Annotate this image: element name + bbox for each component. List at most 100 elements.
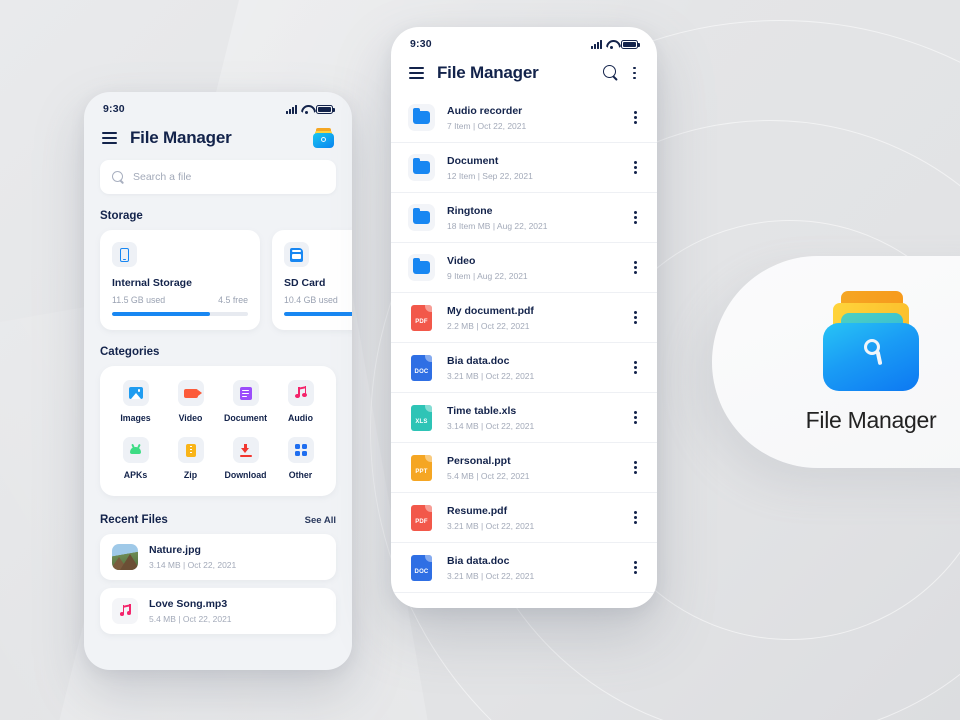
- category-images[interactable]: Images: [108, 380, 163, 423]
- categories-section-title: Categories: [100, 346, 160, 358]
- file-meta: 3.21 MB | Oct 22, 2021: [447, 570, 535, 581]
- file-list: Audio recorder 7 Item | Oct 22, 2021 Doc…: [391, 91, 657, 593]
- signal-bars-icon: [286, 104, 297, 114]
- folder-icon: [408, 154, 435, 181]
- file-name: Time table.xls: [447, 404, 517, 417]
- page-title: File Manager: [130, 128, 232, 147]
- file-name: Resume.pdf: [447, 504, 508, 517]
- categories-card: Images Video Document Audio APKs Zip Dow…: [100, 366, 336, 496]
- more-vertical-icon[interactable]: [631, 508, 640, 528]
- status-icons: [591, 39, 640, 49]
- storage-free: 4.5 free: [218, 295, 248, 305]
- document-icon: [232, 380, 259, 406]
- file-name: Document: [447, 154, 499, 167]
- file-meta: 7 Item | Oct 22, 2021: [447, 120, 527, 131]
- see-all-link[interactable]: See All: [305, 515, 336, 526]
- more-vertical-icon[interactable]: [631, 358, 640, 378]
- more-vertical-icon[interactable]: [631, 258, 640, 278]
- storage-progress-bar: [112, 312, 248, 316]
- category-label: Other: [288, 470, 313, 480]
- file-meta: 3.21 MB | Oct 22, 2021: [447, 370, 535, 381]
- file-list-item[interactable]: PPT Personal.ppt 5.4 MB | Oct 22, 2021: [391, 443, 657, 493]
- file-name: Love Song.mp3: [149, 598, 228, 610]
- file-list-item[interactable]: PDF Resume.pdf 3.21 MB | Oct 22, 2021: [391, 493, 657, 543]
- category-document[interactable]: Document: [218, 380, 273, 423]
- ppt-file-icon: PPT: [408, 454, 435, 481]
- folder-icon: [408, 204, 435, 231]
- file-meta: 9 Item | Aug 22, 2021: [447, 270, 528, 281]
- pdf-file-icon: PDF: [408, 504, 435, 531]
- category-video[interactable]: Video: [163, 380, 218, 423]
- battery-icon: [621, 39, 640, 49]
- brand-name: File Manager: [805, 406, 937, 433]
- file-list-item[interactable]: Video 9 Item | Aug 22, 2021: [391, 243, 657, 293]
- file-text: Bia data.doc 3.21 MB | Oct 22, 2021: [447, 355, 619, 381]
- category-apks[interactable]: APKs: [108, 437, 163, 480]
- file-meta: 18 Item MB | Aug 22, 2021: [447, 220, 548, 231]
- more-vertical-icon[interactable]: [631, 458, 640, 478]
- category-zip[interactable]: Zip: [163, 437, 218, 480]
- more-vertical-icon[interactable]: [631, 208, 640, 228]
- storage-meta: 10.4 GB used: [284, 295, 352, 305]
- file-name: Video: [447, 254, 476, 267]
- hamburger-menu-icon[interactable]: [102, 132, 117, 144]
- storage-section-title: Storage: [100, 210, 143, 222]
- recent-file-item[interactable]: Love Song.mp3 5.4 MB | Oct 22, 2021: [100, 588, 336, 634]
- category-label: Audio: [288, 413, 313, 423]
- more-vertical-icon[interactable]: [631, 408, 640, 428]
- file-list-item[interactable]: Audio recorder 7 Item | Oct 22, 2021: [391, 93, 657, 143]
- more-vertical-icon[interactable]: [631, 558, 640, 578]
- category-audio[interactable]: Audio: [273, 380, 328, 423]
- file-ext-label: XLS: [415, 418, 428, 425]
- file-ext-label: PDF: [415, 318, 428, 325]
- file-name: Nature.jpg: [149, 544, 201, 556]
- storage-used: 10.4 GB used: [284, 295, 338, 305]
- storage-cards: Internal Storage 11.5 GB used 4.5 free S…: [84, 230, 352, 330]
- file-name: Bia data.doc: [447, 354, 510, 367]
- file-list-item[interactable]: Document 12 Item | Sep 22, 2021: [391, 143, 657, 193]
- storage-used: 11.5 GB used: [112, 295, 166, 305]
- file-text: Video 9 Item | Aug 22, 2021: [447, 255, 619, 281]
- search-icon[interactable]: [603, 65, 618, 80]
- file-name: Bia data.doc: [447, 554, 510, 567]
- search-input[interactable]: Search a file: [100, 160, 336, 194]
- file-list-item[interactable]: Ringtone 18 Item MB | Aug 22, 2021: [391, 193, 657, 243]
- storage-card-sdcard[interactable]: SD Card 10.4 GB used: [272, 230, 352, 330]
- hamburger-menu-icon[interactable]: [409, 67, 424, 79]
- search-icon: [112, 171, 124, 183]
- file-ext-label: DOC: [414, 368, 429, 375]
- file-list-item[interactable]: DOC Bia data.doc 3.21 MB | Oct 22, 2021: [391, 343, 657, 393]
- file-list-item[interactable]: PDF My document.pdf 2.2 MB | Oct 22, 202…: [391, 293, 657, 343]
- category-download[interactable]: Download: [218, 437, 273, 480]
- file-meta: 3.21 MB | Oct 22, 2021: [447, 520, 535, 531]
- more-vertical-icon[interactable]: [631, 158, 640, 178]
- search-placeholder: Search a file: [133, 171, 192, 183]
- more-vertical-icon[interactable]: [631, 308, 640, 328]
- file-text: Bia data.doc 3.21 MB | Oct 22, 2021: [447, 555, 619, 581]
- category-label: Images: [120, 413, 151, 423]
- folder-icon: [408, 104, 435, 131]
- status-icons: [286, 104, 335, 114]
- storage-card-internal[interactable]: Internal Storage 11.5 GB used 4.5 free: [100, 230, 260, 330]
- recent-file-item[interactable]: Nature.jpg 3.14 MB | Oct 22, 2021: [100, 534, 336, 580]
- more-vertical-icon[interactable]: [631, 108, 640, 128]
- category-label: Document: [223, 413, 267, 423]
- download-icon: [232, 437, 259, 463]
- file-text: Document 12 Item | Sep 22, 2021: [447, 155, 619, 181]
- category-label: Video: [178, 413, 203, 423]
- category-label: Zip: [183, 470, 198, 480]
- more-vertical-icon[interactable]: [630, 65, 639, 82]
- file-name: Ringtone: [447, 204, 493, 217]
- zip-icon: [177, 437, 204, 463]
- file-list-item[interactable]: XLS Time table.xls 3.14 MB | Oct 22, 202…: [391, 393, 657, 443]
- status-bar: 9:30: [391, 27, 657, 53]
- file-ext-label: PPT: [415, 468, 428, 475]
- file-text: Resume.pdf 3.21 MB | Oct 22, 2021: [447, 505, 619, 531]
- file-meta: 3.14 MB | Oct 22, 2021: [149, 560, 237, 570]
- category-label: APKs: [123, 470, 148, 480]
- app-logo-icon[interactable]: [313, 128, 334, 148]
- storage-progress-bar: [284, 312, 352, 316]
- category-other[interactable]: Other: [273, 437, 328, 480]
- file-list-item[interactable]: DOC Bia data.doc 3.21 MB | Oct 22, 2021: [391, 543, 657, 593]
- file-text: Time table.xls 3.14 MB | Oct 22, 2021: [447, 405, 619, 431]
